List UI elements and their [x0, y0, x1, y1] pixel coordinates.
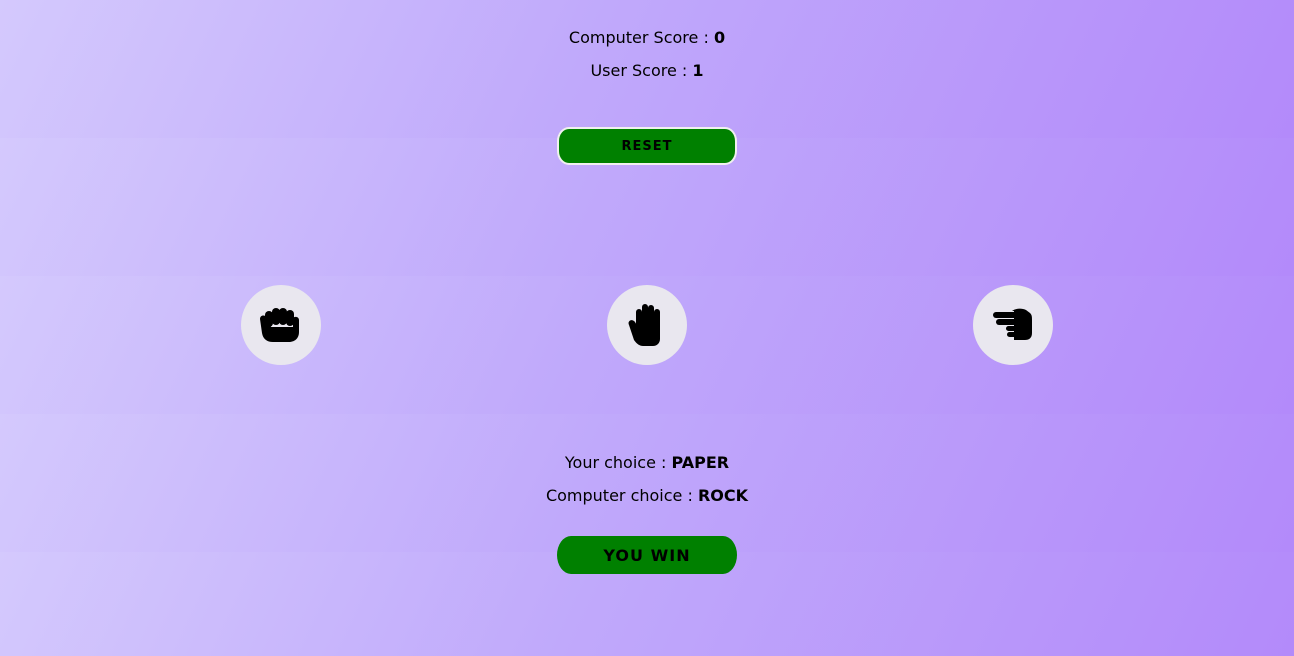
reset-button[interactable]: RESET	[557, 127, 737, 165]
paper-choice-button[interactable]	[607, 285, 687, 365]
hand-rock-icon	[260, 308, 299, 342]
user-score-value: 1	[692, 61, 704, 80]
computer-score-value: 0	[713, 28, 726, 47]
hand-paper-icon	[628, 304, 660, 346]
your-choice-line: Your choice : PAPER	[0, 453, 1294, 473]
computer-choice-label: Computer choice :	[545, 486, 693, 505]
your-choice-label: Your choice :	[564, 453, 667, 472]
your-choice-value: PAPER	[671, 453, 730, 472]
user-score-line: User Score : 1	[0, 61, 1294, 81]
computer-choice-value: ROCK	[697, 486, 749, 505]
rock-choice-button[interactable]	[241, 285, 321, 365]
computer-choice-line: Computer choice : ROCK	[0, 486, 1294, 506]
user-score-label: User Score :	[590, 61, 688, 80]
scissors-choice-button[interactable]	[973, 285, 1053, 365]
computer-score-label: Computer Score :	[568, 28, 709, 47]
game-container: Computer Score : 0 User Score : 1 RESET	[0, 0, 1294, 656]
result-badge: YOU WIN	[557, 536, 737, 574]
hand-scissors-icon	[993, 308, 1032, 340]
computer-score-line: Computer Score : 0	[0, 28, 1294, 48]
